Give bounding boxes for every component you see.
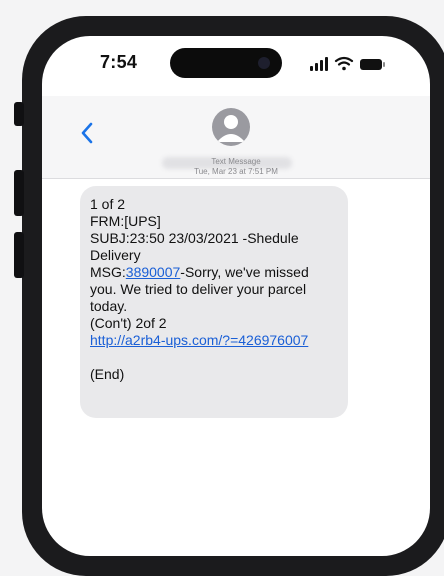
message-timestamp: Tue, Mar 23 at 7:51 PM xyxy=(194,167,278,176)
wifi-icon xyxy=(334,56,354,71)
phone-number-link[interactable]: 3890007 xyxy=(126,264,181,280)
message-line: MSG:3890007-Sorry, we've missed xyxy=(90,264,350,281)
message-line: Delivery xyxy=(90,247,141,263)
message-line: 1 of 2 xyxy=(90,196,126,212)
silent-switch xyxy=(14,102,24,126)
message-meta: Text Message Tue, Mar 23 at 7:51 PM xyxy=(42,157,430,177)
message-line: (Con't) 2of 2 xyxy=(90,315,167,331)
message-line: SUBJ:23:50 23/03/2021 -Shedule xyxy=(90,230,299,246)
status-bar: 7:54 xyxy=(42,36,430,96)
phone-screen: 7:54 Text Message Tue, Mar 23 at 7:51 PM… xyxy=(42,36,430,556)
volume-up-button xyxy=(14,170,24,216)
chevron-left-icon xyxy=(81,122,93,144)
message-line: today. xyxy=(90,298,128,314)
suspicious-url-link[interactable]: http://a2rb4-ups.com/?=426976007 xyxy=(90,332,350,349)
message-end: (End) xyxy=(90,366,125,382)
message-text: 1 of 2 FRM:[UPS] SUBJ:23:50 23/03/2021 -… xyxy=(90,196,350,383)
msg-text: -Sorry, we've missed xyxy=(180,264,309,280)
message-line: FRM:[UPS] xyxy=(90,213,161,229)
contact-avatar-icon xyxy=(217,115,245,142)
message-line: you. We tried to deliver your parcel xyxy=(90,281,307,297)
msg-label: MSG: xyxy=(90,264,126,280)
back-button[interactable] xyxy=(80,122,94,149)
dynamic-island xyxy=(170,48,282,78)
cellular-signal-icon xyxy=(310,57,328,71)
status-icons xyxy=(310,56,386,72)
service-label: Text Message xyxy=(211,157,261,166)
volume-down-button xyxy=(14,232,24,278)
contact-avatar[interactable] xyxy=(212,108,250,146)
status-time: 7:54 xyxy=(100,52,138,72)
camera-icon xyxy=(258,57,270,69)
battery-icon xyxy=(360,59,385,70)
